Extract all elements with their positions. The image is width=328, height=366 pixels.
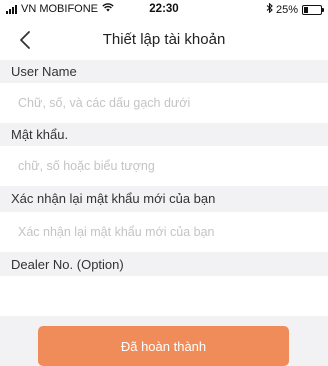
bluetooth-icon xyxy=(266,2,273,16)
status-right: 25% xyxy=(266,2,324,16)
dealer-no-label: Dealer No. (Option) xyxy=(0,253,328,276)
battery-icon xyxy=(302,4,324,15)
chevron-left-icon xyxy=(20,31,30,49)
status-bar: VN MOBIFONE 22:30 25% xyxy=(0,0,328,20)
dealer-no-input[interactable] xyxy=(18,276,318,316)
page-title: Thiết lập tài khoản xyxy=(102,31,226,48)
confirm-password-label: Xác nhận lại mật khẩu mới của bạn xyxy=(0,187,328,210)
confirm-password-field-row xyxy=(0,212,328,252)
password-field-row xyxy=(0,146,328,186)
dealer-no-field-row xyxy=(0,276,328,316)
confirm-password-input[interactable] xyxy=(18,212,318,252)
username-label: User Name xyxy=(0,60,328,83)
password-input[interactable] xyxy=(18,146,318,186)
username-field-row xyxy=(0,83,328,123)
username-input[interactable] xyxy=(18,83,318,123)
password-label: Mật khẩu. xyxy=(0,123,328,146)
back-button[interactable] xyxy=(12,26,40,54)
done-button[interactable]: Đã hoàn thành xyxy=(38,326,289,366)
battery-fill xyxy=(304,6,308,13)
battery-percent: 25% xyxy=(275,3,298,16)
nav-bar: Thiết lập tài khoản xyxy=(0,20,328,61)
